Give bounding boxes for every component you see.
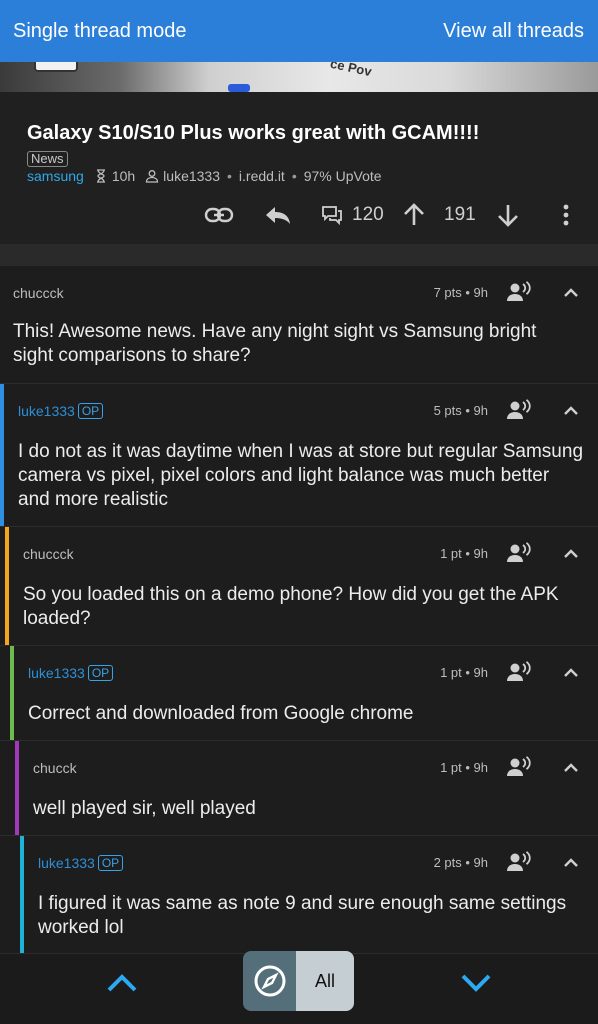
comment-author[interactable]: luke1333 OP — [38, 855, 124, 871]
comment[interactable]: luke1333 OP 5 pts • 9h I do not as it wa… — [0, 384, 598, 527]
single-thread-mode-button[interactable]: Single thread mode — [13, 20, 186, 43]
top-bar: Single thread mode View all threads — [0, 0, 598, 62]
depth-indicator — [10, 646, 14, 740]
comment[interactable]: chucck 1 pt • 9h well played sir, well p… — [0, 741, 598, 836]
divider — [0, 244, 598, 266]
speak-user-icon[interactable] — [506, 851, 532, 873]
next-comment-button[interactable] — [460, 972, 492, 994]
op-badge: OP — [77, 403, 104, 419]
post-meta: samsung 10h luke1333 • i.redd.it • 97% U… — [27, 168, 382, 184]
filter-pill[interactable]: All — [243, 951, 354, 1011]
author-name[interactable]: luke1333 — [38, 855, 95, 871]
post-domain[interactable]: i.redd.it — [239, 168, 285, 184]
comments-icon[interactable] — [321, 205, 343, 225]
comment-author[interactable]: chuccck — [23, 546, 74, 562]
author-name[interactable]: chuccck — [13, 285, 64, 301]
comment[interactable]: chuccck 1 pt • 9h So you loaded this on … — [0, 527, 598, 646]
comment-author[interactable]: chuccck — [13, 285, 64, 301]
depth-indicator — [5, 527, 9, 645]
author-name[interactable]: luke1333 — [18, 403, 75, 419]
op-badge: OP — [97, 855, 124, 871]
comment-body: well played sir, well played — [33, 798, 256, 819]
author-name[interactable]: chucck — [33, 760, 77, 776]
post-age: 10h — [111, 168, 136, 184]
compass-icon[interactable] — [243, 951, 296, 1011]
collapse-chevron-icon[interactable] — [563, 403, 579, 419]
more-options-icon[interactable] — [562, 203, 570, 227]
image-text: ce Pov — [328, 62, 374, 80]
reply-icon[interactable] — [264, 204, 292, 226]
upvote-icon[interactable] — [403, 203, 425, 227]
depth-indicator — [20, 836, 24, 953]
post-score: 191 — [444, 204, 476, 225]
comment-meta: 2 pts • 9h — [433, 855, 488, 870]
user-icon — [145, 169, 159, 183]
speak-user-icon[interactable] — [506, 756, 532, 778]
collapse-chevron-icon[interactable] — [563, 285, 579, 301]
comment-body: I figured it was same as note 9 and sure… — [38, 893, 567, 938]
speak-user-icon[interactable] — [506, 281, 532, 303]
collapse-chevron-icon[interactable] — [563, 855, 579, 871]
post-actions: 120 191 — [200, 200, 590, 230]
comment-body: I do not as it was daytime when I was at… — [18, 441, 584, 510]
comment-body: This! Awesome news. Have any night sight… — [13, 321, 537, 366]
post-card: Galaxy S10/S10 Plus works great with GCA… — [0, 92, 598, 244]
comment-meta: 1 pt • 9h — [440, 760, 488, 775]
comment[interactable]: chuccck 7 pts • 9h This! Awesome news. H… — [0, 266, 598, 384]
author-name[interactable]: chuccck — [23, 546, 74, 562]
comment-count: 120 — [352, 204, 384, 225]
post-title[interactable]: Galaxy S10/S10 Plus works great with GCA… — [27, 122, 479, 145]
depth-indicator — [15, 741, 19, 835]
bottom-nav-bar: All — [0, 951, 598, 1024]
comment-meta: 5 pts • 9h — [433, 403, 488, 418]
post-flair: News — [27, 151, 68, 167]
comment-meta: 1 pt • 9h — [440, 546, 488, 561]
speak-user-icon[interactable] — [506, 661, 532, 683]
comment[interactable]: luke1333 OP 2 pts • 9h I figured it was … — [0, 836, 598, 954]
comment-meta: 1 pt • 9h — [440, 665, 488, 680]
comment-author[interactable]: chucck — [33, 760, 77, 776]
op-badge: OP — [87, 665, 114, 681]
view-all-threads-button[interactable]: View all threads — [443, 20, 584, 43]
depth-indicator — [0, 384, 4, 526]
speak-user-icon[interactable] — [506, 542, 532, 564]
post-author[interactable]: luke1333 — [163, 168, 220, 184]
comment-body: So you loaded this on a demo phone? How … — [23, 584, 559, 629]
image-object — [34, 62, 78, 72]
link-icon[interactable] — [204, 205, 234, 225]
separator-dot: • — [227, 168, 232, 184]
downvote-icon[interactable] — [497, 203, 519, 227]
comment-body: Correct and downloaded from Google chrom… — [28, 703, 414, 724]
filter-all-label[interactable]: All — [296, 951, 354, 1011]
comment-meta: 7 pts • 9h — [433, 285, 488, 300]
previous-comment-button[interactable] — [106, 972, 138, 994]
image-object — [228, 84, 250, 92]
upvote-ratio: 97% UpVote — [303, 168, 382, 184]
collapse-chevron-icon[interactable] — [563, 760, 579, 776]
comment-author[interactable]: luke1333 OP — [18, 403, 104, 419]
comment-author[interactable]: luke1333 OP — [28, 665, 114, 681]
speak-user-icon[interactable] — [506, 399, 532, 421]
post-image-preview[interactable]: ce Pov — [0, 62, 598, 92]
collapse-chevron-icon[interactable] — [563, 665, 579, 681]
collapse-chevron-icon[interactable] — [563, 546, 579, 562]
author-name[interactable]: luke1333 — [28, 665, 85, 681]
separator-dot: • — [291, 168, 297, 184]
comment[interactable]: luke1333 OP 1 pt • 9h Correct and downlo… — [0, 646, 598, 741]
subreddit-link[interactable]: samsung — [27, 168, 84, 184]
hourglass-icon — [94, 169, 108, 183]
